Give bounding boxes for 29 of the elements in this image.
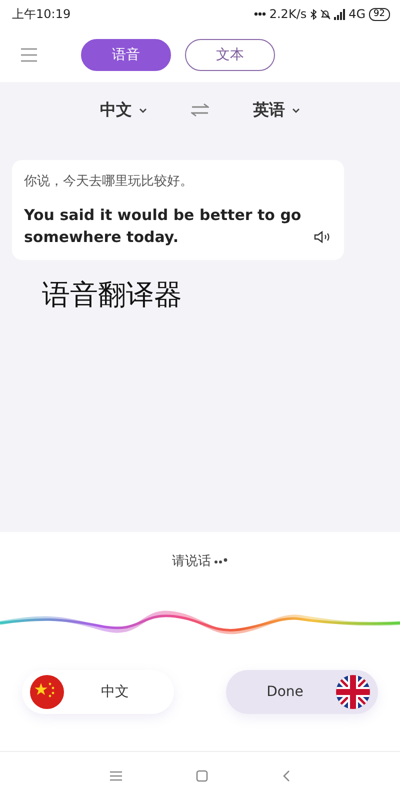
bluetooth-icon bbox=[310, 8, 317, 20]
network-speed: 2.2K/s bbox=[269, 7, 307, 21]
menu-icon[interactable] bbox=[21, 48, 37, 62]
dots-icon bbox=[254, 12, 266, 16]
signal-icon bbox=[334, 8, 346, 20]
caption-text: 语音翻译器 bbox=[42, 277, 183, 313]
translation-text: You said it would be better to go somewhere today. bbox=[24, 205, 302, 248]
status-time: 上午10:19 bbox=[12, 6, 71, 22]
mode-tab[interactable]: 文本 bbox=[185, 39, 275, 71]
swap-icon[interactable] bbox=[191, 103, 209, 117]
menu-icon[interactable] bbox=[110, 771, 122, 781]
china-flag-icon bbox=[30, 675, 64, 709]
speaker-icon[interactable] bbox=[314, 230, 332, 244]
dots-icon bbox=[214, 558, 228, 564]
speak-button[interactable]: 中文 bbox=[22, 670, 174, 714]
chevron-down-icon bbox=[139, 108, 147, 112]
speak-button[interactable]: Done bbox=[226, 670, 378, 714]
back-icon[interactable] bbox=[282, 770, 290, 782]
home-icon[interactable] bbox=[196, 770, 208, 782]
prompt-text: 请说话 bbox=[172, 553, 211, 570]
chevron-down-icon bbox=[292, 108, 300, 112]
source-language-dropdown[interactable]: 中文 bbox=[94, 98, 153, 122]
battery-indicator: 92 bbox=[368, 8, 390, 20]
mode-tab[interactable]: 语音 bbox=[81, 39, 171, 71]
target-language-dropdown[interactable]: 英语 bbox=[247, 98, 306, 122]
uk-flag-icon bbox=[336, 675, 370, 709]
bell-muted-icon bbox=[320, 8, 331, 20]
network-type: 4G bbox=[348, 7, 366, 21]
source-text: 你说，今天去哪里玩比较好。 bbox=[24, 173, 194, 190]
